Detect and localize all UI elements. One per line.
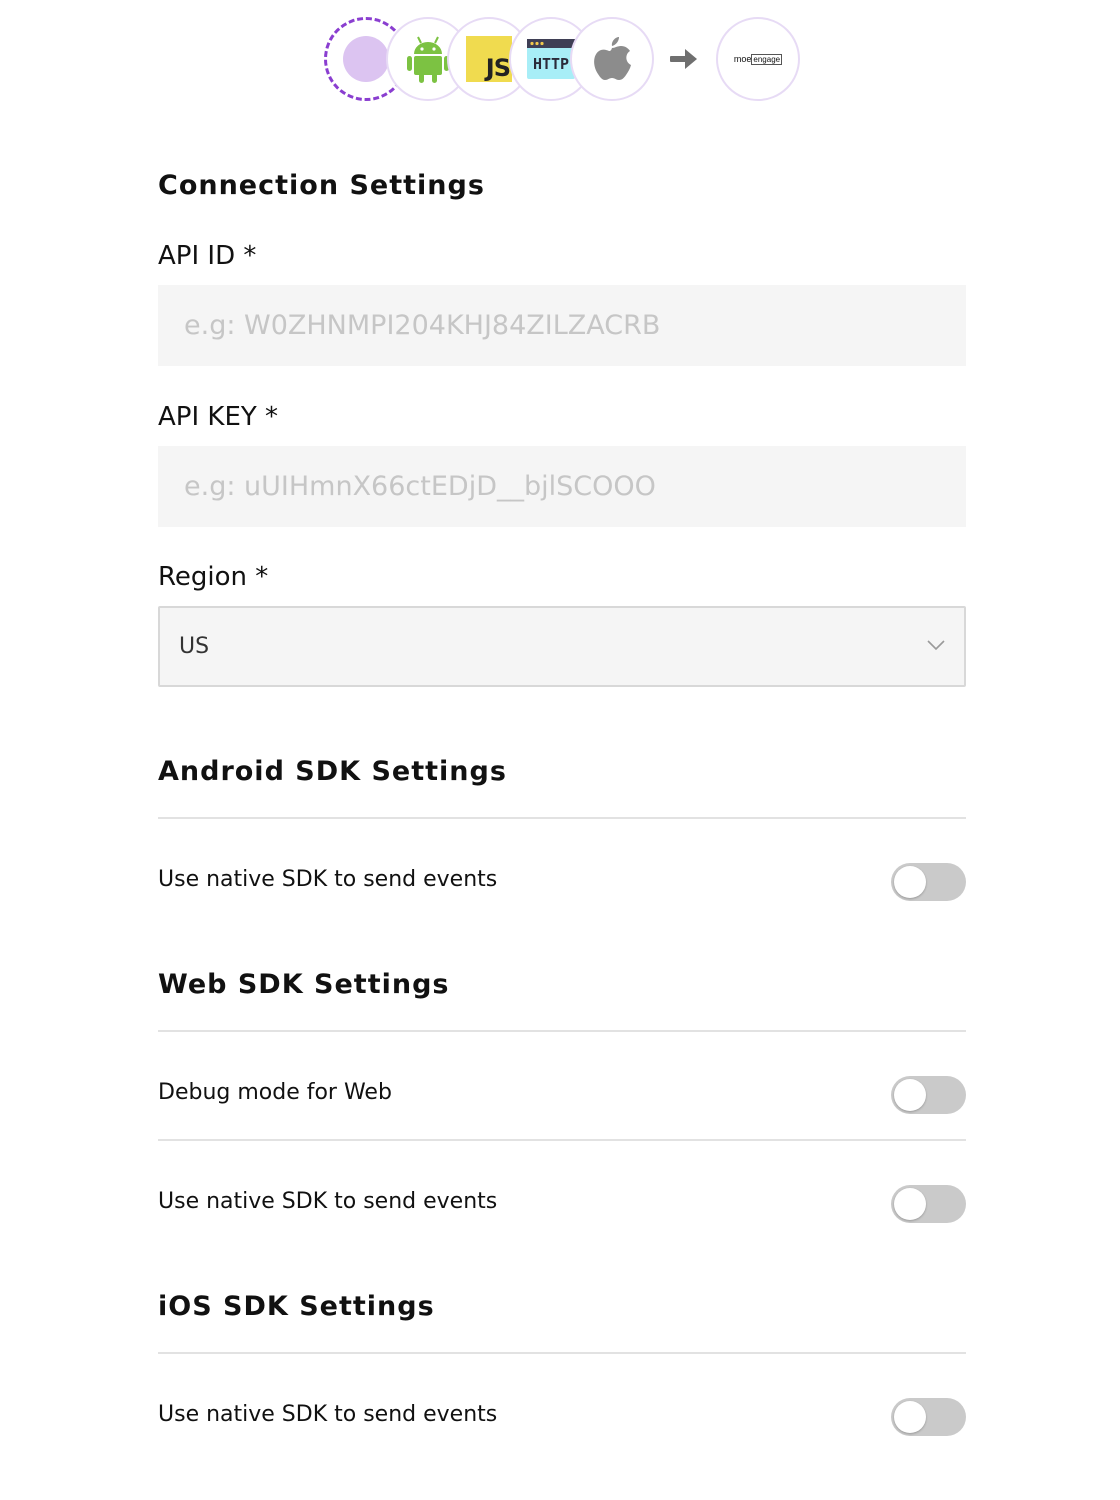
chevron-down-icon: [927, 640, 945, 651]
ios-native-sdk-toggle[interactable]: [891, 1398, 966, 1436]
web-debug-mode-toggle[interactable]: [891, 1076, 966, 1114]
web-debug-mode-label: Debug mode for Web: [158, 1080, 392, 1105]
api-key-input[interactable]: [158, 446, 966, 527]
api-key-label: API KEY *: [158, 402, 279, 432]
region-selected-value: US: [179, 634, 210, 659]
divider: [158, 1139, 966, 1141]
api-id-input[interactable]: [158, 285, 966, 366]
api-id-label: API ID *: [158, 241, 257, 271]
connection-settings-title: Connection Settings: [158, 170, 485, 201]
region-label: Region *: [158, 562, 269, 592]
region-select[interactable]: US: [158, 606, 966, 687]
web-sdk-settings-title: Web SDK Settings: [158, 969, 450, 1000]
toggle-knob: [894, 1079, 926, 1111]
android-native-sdk-toggle[interactable]: [891, 863, 966, 901]
android-sdk-settings-title: Android SDK Settings: [158, 756, 507, 787]
arrow-right-icon: [670, 49, 697, 69]
http-text: HTTP: [533, 55, 569, 73]
toggle-knob: [894, 1188, 926, 1220]
web-native-sdk-toggle[interactable]: [891, 1185, 966, 1223]
divider: [158, 1352, 966, 1354]
web-native-sdk-label: Use native SDK to send events: [158, 1189, 498, 1214]
android-native-sdk-label: Use native SDK to send events: [158, 867, 498, 892]
ios-native-sdk-label: Use native SDK to send events: [158, 1402, 498, 1427]
ios-sdk-settings-title: iOS SDK Settings: [158, 1291, 435, 1322]
integration-flow: JS HTTP moe engage: [0, 16, 1120, 104]
divider: [158, 817, 966, 819]
moengage-logo: moe engage: [716, 17, 800, 101]
divider: [158, 1030, 966, 1032]
toggle-knob: [894, 866, 926, 898]
apple-icon: [570, 17, 654, 101]
toggle-knob: [894, 1401, 926, 1433]
